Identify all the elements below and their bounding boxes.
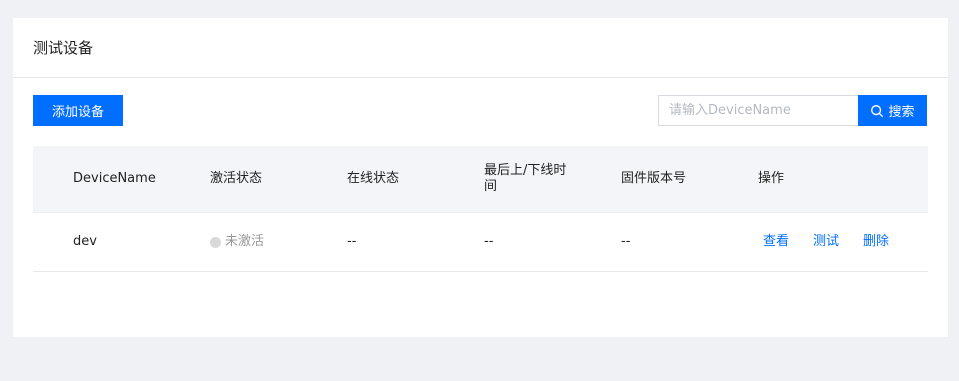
status-label: 未激活: [225, 234, 265, 249]
column-header-actions: 操作: [758, 171, 785, 186]
card-header: 测试设备: [13, 18, 948, 78]
search-button[interactable]: 搜索: [858, 95, 927, 126]
column-header-firmware: 固件版本号: [621, 171, 687, 186]
page-title: 测试设备: [33, 39, 94, 57]
column-header-devicename: DeviceName: [73, 171, 156, 186]
search-input[interactable]: [658, 95, 858, 126]
search-icon: [871, 104, 884, 117]
search-group: 搜索: [658, 95, 927, 126]
status-badge: 未激活: [210, 234, 347, 250]
device-card: 测试设备 添加设备 搜索 DeviceName 激活状态 在线状态 最后上/下线…: [13, 18, 948, 337]
cell-activation: 未激活: [210, 234, 347, 250]
table-row: dev 未激活 -- -- -- 查看 测试 删除: [33, 213, 928, 272]
device-table: DeviceName 激活状态 在线状态 最后上/下线时间 固件版本号 操作 d…: [33, 146, 928, 272]
status-dot-icon: [210, 236, 221, 248]
add-device-button[interactable]: 添加设备: [33, 95, 123, 126]
search-button-label: 搜索: [888, 105, 915, 120]
table-header: DeviceName 激活状态 在线状态 最后上/下线时间 固件版本号 操作: [33, 146, 928, 213]
test-link[interactable]: 测试: [813, 234, 839, 250]
column-header-online: 在线状态: [347, 171, 400, 186]
cell-online: --: [347, 234, 357, 249]
column-header-activation: 激活状态: [210, 171, 263, 186]
cell-firmware: --: [621, 234, 631, 249]
cell-actions: 查看 测试 删除: [758, 234, 895, 250]
toolbar: 添加设备 搜索: [33, 95, 927, 126]
delete-link[interactable]: 删除: [863, 234, 889, 250]
cell-devicename: dev: [73, 234, 97, 249]
cell-last-time: --: [484, 234, 494, 249]
column-header-last-time: 最后上/下线时间: [484, 163, 567, 194]
view-link[interactable]: 查看: [763, 234, 789, 250]
